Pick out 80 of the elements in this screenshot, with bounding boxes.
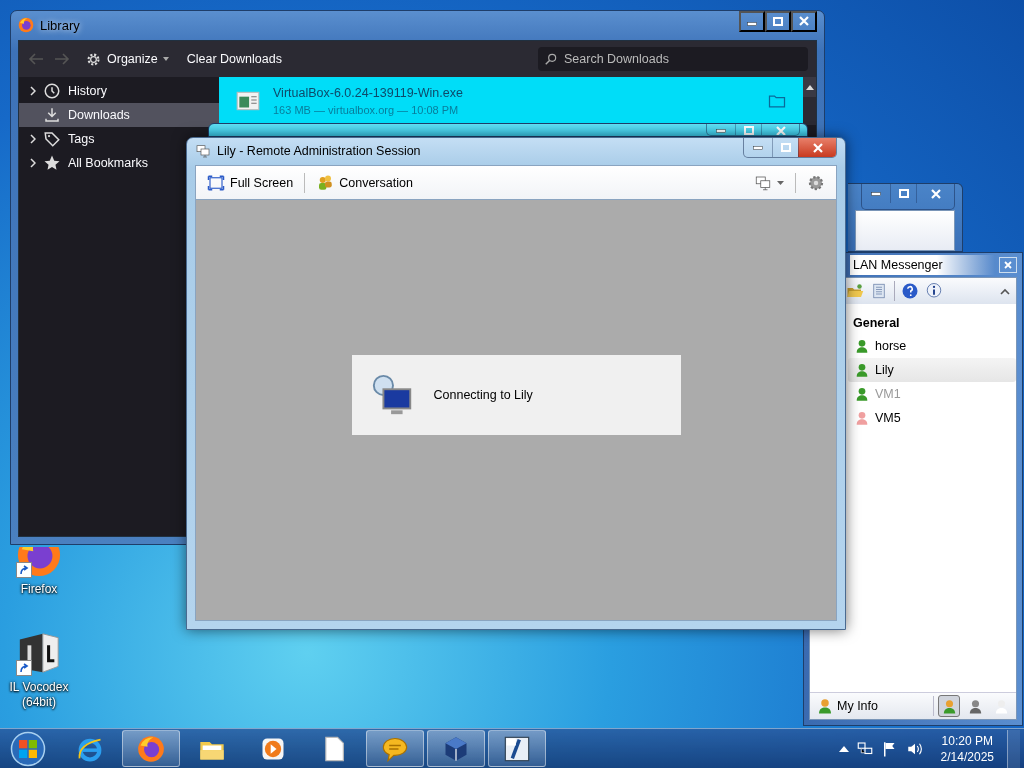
caret-icon bbox=[838, 745, 849, 752]
taskbar-button[interactable] bbox=[488, 730, 546, 767]
minimize-button[interactable] bbox=[739, 11, 765, 32]
monitors-icon bbox=[754, 173, 772, 192]
fullscreen-icon bbox=[207, 173, 225, 192]
download-item[interactable]: VirtualBox-6.0.24-139119-Win.exe 163 MB — virtualbox.org — 10:08 PM bbox=[219, 77, 803, 125]
tags-icon bbox=[43, 130, 61, 148]
chevron-icon[interactable] bbox=[30, 158, 36, 168]
conversation-icon bbox=[316, 173, 335, 192]
maximize-icon bbox=[773, 17, 783, 26]
caret-icon bbox=[162, 57, 169, 61]
close-icon bbox=[930, 188, 941, 199]
shortcut-arrow-icon bbox=[19, 565, 29, 575]
desktop-icon-label: IL Vocodex (64bit) bbox=[8, 680, 70, 710]
minimize-icon bbox=[753, 145, 763, 150]
close-icon bbox=[775, 125, 786, 135]
close-icon bbox=[1004, 261, 1012, 269]
window-title: LAN Messenger bbox=[850, 255, 995, 275]
shortcut-arrow-icon bbox=[19, 663, 29, 673]
file-name: VirtualBox-6.0.24-139119-Win.exe bbox=[273, 86, 463, 100]
windows-logo-icon bbox=[10, 730, 46, 767]
window-title: Lily - Remote Administration Session bbox=[217, 144, 421, 158]
maximize-button[interactable] bbox=[765, 11, 791, 32]
notes-icon bbox=[870, 282, 888, 300]
taskbar-button[interactable] bbox=[122, 730, 180, 767]
minimize-icon bbox=[747, 22, 757, 26]
search-field[interactable]: Search Downloads bbox=[538, 47, 808, 71]
maximize-icon bbox=[780, 143, 791, 152]
maximize-icon bbox=[743, 126, 754, 135]
show-desktop-button[interactable] bbox=[1007, 729, 1020, 768]
show-hidden-icons-button[interactable] bbox=[836, 745, 851, 752]
contact-item[interactable]: Lily bbox=[848, 358, 1016, 382]
status-message: Connecting to Lily bbox=[433, 388, 533, 402]
history-icon bbox=[43, 82, 61, 100]
status-button[interactable] bbox=[938, 695, 960, 717]
close-icon bbox=[799, 16, 809, 26]
app-icon bbox=[195, 143, 211, 159]
sidebar-item[interactable]: Downloads bbox=[19, 103, 219, 127]
sidebar-item[interactable]: Tags bbox=[19, 127, 99, 151]
taskbar-button[interactable] bbox=[427, 730, 485, 767]
chevron-icon[interactable] bbox=[30, 86, 36, 96]
help-button[interactable] bbox=[901, 282, 919, 300]
maximize-icon bbox=[898, 189, 909, 198]
minimize-icon bbox=[871, 191, 881, 196]
group-name: General bbox=[852, 315, 901, 332]
close-icon bbox=[812, 142, 823, 153]
settings-icon bbox=[807, 173, 825, 192]
minimize-icon bbox=[716, 128, 726, 133]
sidebar-item[interactable]: All Bookmarks bbox=[19, 151, 152, 175]
downloads-icon bbox=[43, 106, 61, 124]
clock[interactable]: 10:20 PM 2/14/2025 bbox=[928, 732, 1004, 765]
sidebar-item[interactable]: History bbox=[19, 79, 111, 103]
conversation-button[interactable]: Conversation bbox=[313, 171, 416, 194]
open-folder-button[interactable] bbox=[846, 282, 864, 300]
chevron-icon[interactable] bbox=[30, 134, 36, 144]
folder-icon bbox=[846, 282, 864, 300]
window-title: Library bbox=[40, 17, 80, 33]
info-button[interactable] bbox=[925, 282, 943, 300]
firefox-icon bbox=[18, 17, 34, 33]
caret-icon bbox=[1000, 287, 1010, 295]
bookmarks-icon bbox=[43, 154, 61, 172]
fullscreen-button[interactable]: Full Screen bbox=[204, 171, 297, 194]
close-button[interactable] bbox=[791, 11, 817, 32]
download-details: 163 MB — virtualbox.org — 10:08 PM bbox=[273, 104, 460, 116]
scrollbar[interactable] bbox=[803, 77, 816, 125]
desktop-icon-label: Firefox bbox=[20, 582, 58, 597]
organize-button[interactable]: Organize bbox=[81, 47, 173, 71]
contact-item[interactable]: VM5 bbox=[848, 406, 1016, 430]
clear-downloads-button[interactable]: Clear Downloads bbox=[182, 49, 286, 69]
help-icon bbox=[901, 282, 919, 300]
collapse-button[interactable] bbox=[1000, 287, 1010, 295]
contact-item[interactable]: horse bbox=[848, 334, 1016, 358]
person-icon bbox=[816, 697, 834, 715]
desktop-shortcut-icon[interactable] bbox=[16, 630, 62, 676]
scroll-up-icon bbox=[805, 84, 814, 90]
app-icon bbox=[503, 734, 531, 763]
search-icon bbox=[544, 52, 558, 66]
firefox-icon bbox=[137, 734, 165, 763]
info-icon bbox=[925, 282, 943, 300]
caret-icon bbox=[777, 180, 784, 185]
